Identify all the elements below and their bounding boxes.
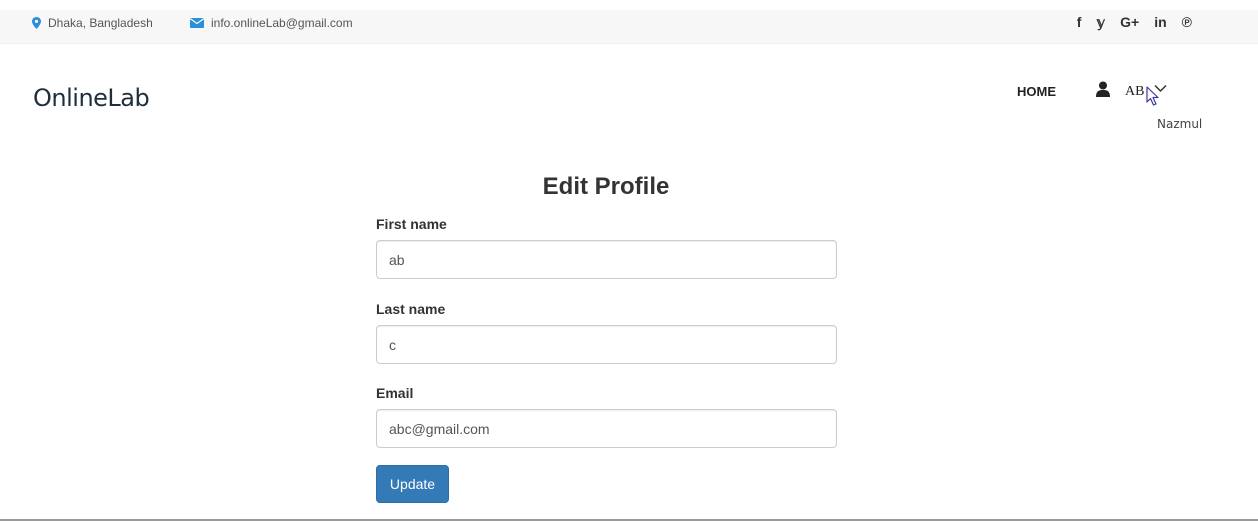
twitter-icon[interactable]: 𝕪: [1096, 14, 1105, 30]
map-marker-icon: [32, 17, 41, 29]
first-name-input[interactable]: [376, 240, 837, 279]
site-logo[interactable]: OnlineLab: [33, 84, 150, 112]
mouse-cursor-icon: [1146, 86, 1159, 106]
last-name-label: Last name: [376, 301, 446, 317]
facebook-icon[interactable]: f: [1077, 14, 1082, 30]
top-bar: Dhaka, Bangladesh info.onlineLab@gmail.c…: [0, 10, 1258, 44]
google-plus-icon[interactable]: G+: [1120, 14, 1139, 30]
page-title: Edit Profile: [542, 173, 670, 200]
nav-home-link[interactable]: HOME: [1017, 84, 1056, 99]
email-text[interactable]: info.onlineLab@gmail.com: [211, 16, 353, 30]
email-label: Email: [376, 385, 414, 401]
user-icon: [1096, 81, 1110, 97]
location-info: Dhaka, Bangladesh: [32, 16, 153, 30]
update-button[interactable]: Update: [376, 465, 449, 503]
email-input[interactable]: [376, 409, 837, 448]
email-info: info.onlineLab@gmail.com: [190, 16, 353, 30]
social-links: f 𝕪 G+ in ℗: [1077, 14, 1192, 30]
user-name-label: Nazmul: [1157, 117, 1203, 131]
envelope-icon: [190, 18, 204, 28]
user-menu-toggle[interactable]: AB: [1125, 84, 1144, 100]
pinterest-icon[interactable]: ℗: [1182, 14, 1192, 30]
linkedin-icon[interactable]: in: [1154, 14, 1166, 30]
last-name-input[interactable]: [376, 325, 837, 364]
location-text: Dhaka, Bangladesh: [48, 16, 153, 30]
first-name-label: First name: [376, 216, 447, 232]
